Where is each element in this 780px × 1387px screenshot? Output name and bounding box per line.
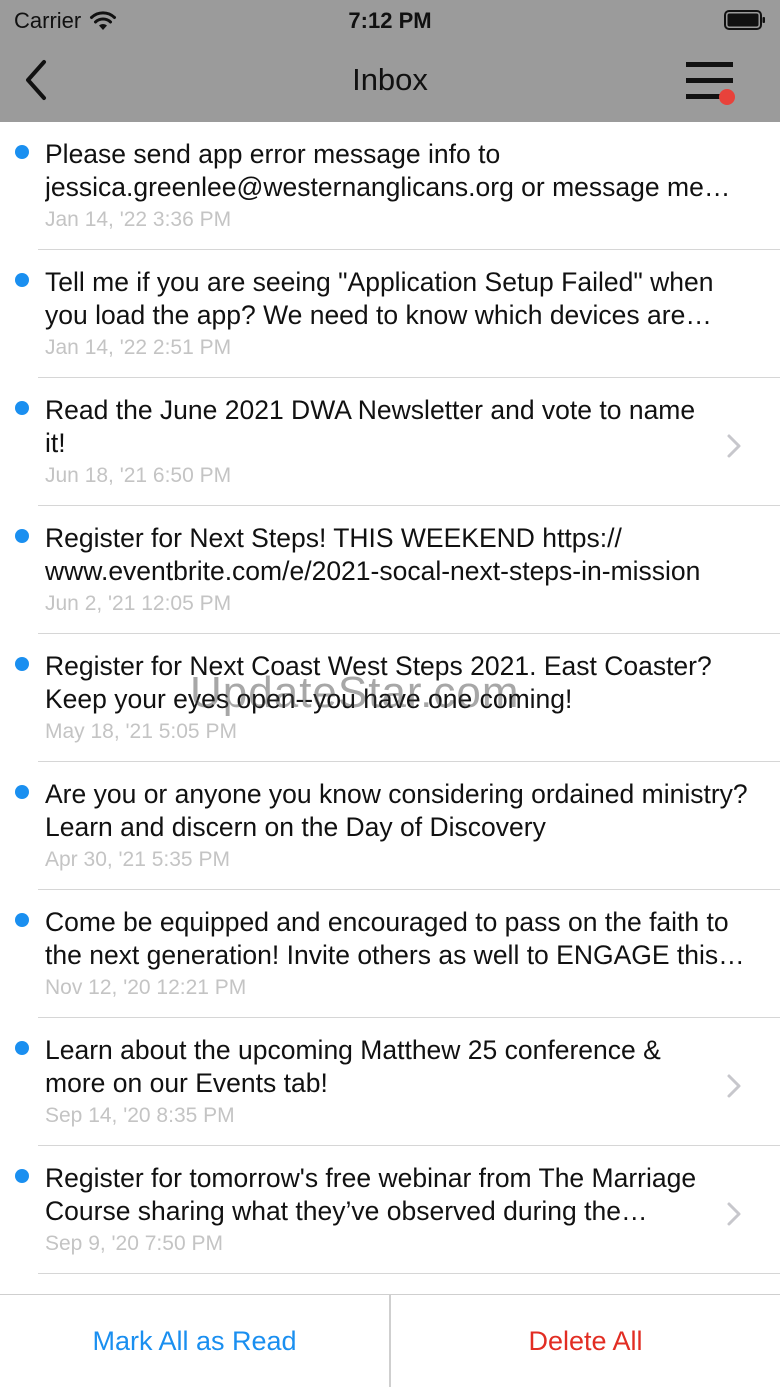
- message-text: Register for tomorrow's free webinar fro…: [45, 1163, 697, 1226]
- unread-dot-icon: [15, 1041, 29, 1055]
- row-separator: [38, 1273, 780, 1274]
- message-date: Sep 14, '20 8:35 PM: [45, 1104, 235, 1127]
- message-row[interactable]: Are you or anyone you know considering o…: [0, 762, 780, 890]
- message-list: Please send app error message info to je…: [0, 122, 780, 1294]
- chevron-right-icon: [727, 434, 741, 458]
- message-row[interactable]: Register for Next Steps! THIS WEEKEND ht…: [0, 506, 780, 634]
- bottom-action-bar: Mark All as Read Delete All: [0, 1294, 780, 1387]
- unread-dot-icon: [15, 1169, 29, 1183]
- message-text: Are you or anyone you know considering o…: [45, 779, 748, 842]
- message-date: Sep 9, '20 7:50 PM: [45, 1232, 223, 1255]
- message-date: Jun 18, '21 6:50 PM: [45, 464, 232, 487]
- message-date: Apr 30, '21 5:35 PM: [45, 848, 230, 871]
- status-bar: Carrier 7:12 PM: [0, 0, 780, 40]
- mark-all-read-button[interactable]: Mark All as Read: [0, 1295, 389, 1387]
- message-text: Tell me if you are seeing "Application S…: [45, 267, 714, 330]
- unread-dot-icon: [15, 913, 29, 927]
- message-date: May 18, '21 5:05 PM: [45, 720, 237, 743]
- menu-badge: [719, 89, 735, 105]
- battery-icon: [724, 10, 765, 30]
- message-row[interactable]: Register for tomorrow's free webinar fro…: [0, 1146, 780, 1274]
- delete-all-button[interactable]: Delete All: [391, 1295, 780, 1387]
- hamburger-menu-icon[interactable]: [684, 60, 740, 108]
- message-date: Nov 12, '20 12:21 PM: [45, 976, 247, 999]
- chevron-right-icon: [727, 1202, 741, 1226]
- message-row[interactable]: Learn about the upcoming Matthew 25 conf…: [0, 1018, 780, 1146]
- unread-dot-icon: [15, 273, 29, 287]
- unread-dot-icon: [15, 145, 29, 159]
- unread-dot-icon: [15, 401, 29, 415]
- message-row[interactable]: Please send app error message info to je…: [0, 122, 780, 250]
- message-date: Jan 14, '22 3:36 PM: [45, 208, 232, 231]
- message-date: Jan 14, '22 2:51 PM: [45, 336, 232, 359]
- unread-dot-icon: [15, 657, 29, 671]
- chevron-right-icon: [727, 1074, 741, 1098]
- unread-dot-icon: [15, 529, 29, 543]
- unread-dot-icon: [15, 785, 29, 799]
- message-date: Jun 2, '21 12:05 PM: [45, 592, 232, 615]
- status-time: 7:12 PM: [348, 8, 432, 33]
- navigation-bar: Inbox: [0, 40, 780, 122]
- message-text: Learn about the upcoming Matthew 25 conf…: [45, 1035, 661, 1098]
- message-row[interactable]: Register for Next Coast West Steps 2021.…: [0, 634, 780, 762]
- message-row[interactable]: Come be equipped and encouraged to pass …: [0, 890, 780, 1018]
- message-text: Come be equipped and encouraged to pass …: [45, 907, 729, 970]
- message-text: Please send app error message info to je…: [45, 139, 704, 202]
- page-title: Inbox: [352, 62, 428, 97]
- message-row[interactable]: Read the June 2021 DWA Newsletter and vo…: [0, 378, 780, 506]
- message-text: Register for Next Steps! THIS WEEKEND ht…: [45, 523, 701, 586]
- message-text: Register for Next Coast West Steps 2021.…: [45, 651, 712, 714]
- message-row[interactable]: Tell me if you are seeing "Application S…: [0, 250, 780, 378]
- message-text: Read the June 2021 DWA Newsletter and vo…: [45, 395, 696, 458]
